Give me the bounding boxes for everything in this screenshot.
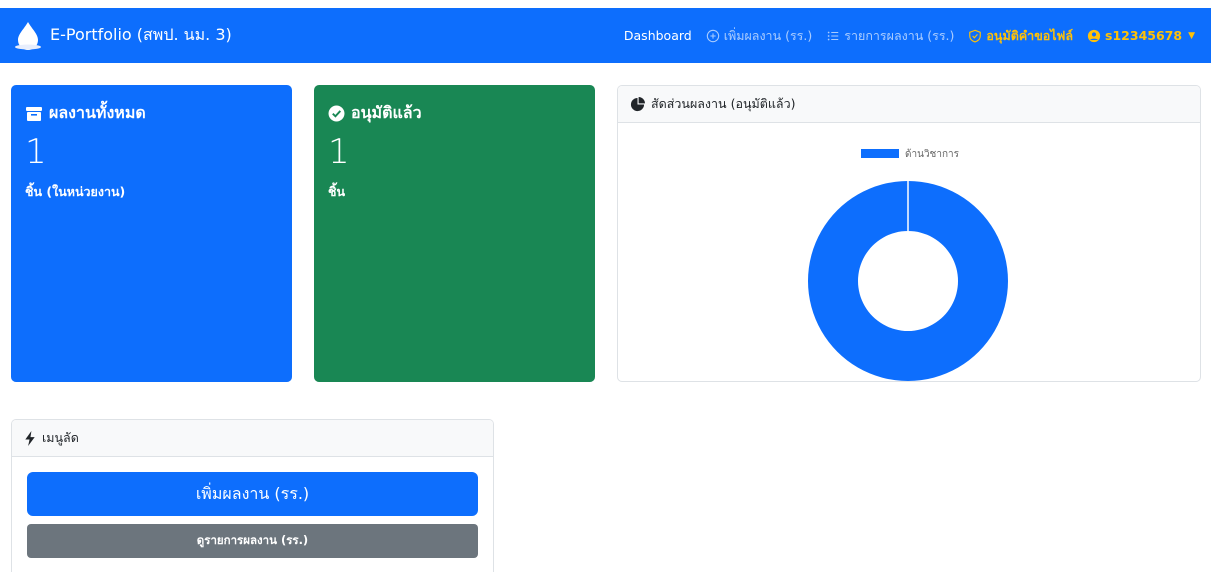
approved-works-card: อนุมัติแล้ว 1 ชิ้น	[314, 85, 595, 382]
user-menu-dropdown[interactable]: s12345678 ▼	[1087, 28, 1195, 43]
list-icon	[828, 31, 839, 40]
user-circle-icon	[1087, 29, 1101, 42]
caret-down-icon: ▼	[1188, 30, 1195, 41]
nav-dashboard-label: Dashboard	[623, 28, 692, 43]
add-work-button[interactable]: เพิ่มผลงาน (รร.)	[27, 472, 478, 516]
chart-card: สัดส่วนผลงาน (อนุมัติแล้ว) ด้านวิชาการ	[617, 85, 1201, 382]
box-icon	[26, 106, 42, 121]
nav-add-work-label: เพิ่มผลงาน (รร.)	[723, 27, 813, 43]
approved-works-title: อนุมัติแล้ว	[351, 103, 422, 122]
nav-dashboard[interactable]: Dashboard	[624, 28, 692, 43]
top-navbar: E-Portfolio (สพป. นม. 3) Dashboard เพิ่ม…	[0, 8, 1211, 63]
brand-title: E-Portfolio (สพป. นม. 3)	[50, 24, 232, 44]
total-works-value: 1	[25, 132, 47, 172]
nav-work-list[interactable]: รายการผลงาน (รร.)	[826, 26, 954, 46]
lightning-icon	[25, 430, 35, 446]
legend-swatch[interactable]	[861, 149, 899, 158]
nav-approve-files[interactable]: อนุมัติคำขอไฟล์	[968, 26, 1073, 46]
quick-menu-title: เมนูลัด	[42, 430, 79, 445]
legend-label[interactable]: ด้านวิชาการ	[905, 148, 960, 160]
username-label: s12345678	[1105, 28, 1183, 43]
shield-check-icon	[969, 29, 982, 43]
nav-approve-files-label: อนุมัติคำขอไฟล์	[986, 27, 1074, 43]
approved-works-unit: ชิ้น	[328, 184, 346, 199]
total-works-title: ผลงานทั้งหมด	[49, 103, 146, 122]
total-works-card: ผลงานทั้งหมด 1 ชิ้น (ในหน่วยงาน)	[11, 85, 292, 382]
quick-menu-card: เมนูลัด เพิ่มผลงาน (รร.) ดูรายการผลงาน (…	[11, 419, 494, 572]
logo-icon	[15, 22, 41, 50]
total-works-unit: ชิ้น (ในหน่วยงาน)	[25, 184, 126, 199]
chart-card-header: สัดส่วนผลงาน (อนุมัติแล้ว)	[618, 86, 1200, 123]
nav-add-work[interactable]: เพิ่มผลงาน (รร.)	[706, 26, 813, 46]
pie-chart-icon	[630, 96, 645, 111]
donut-chart: ด้านวิชาการ	[807, 148, 1008, 381]
brand-link[interactable]: E-Portfolio (สพป. นม. 3)	[12, 18, 232, 52]
approved-works-value: 1	[328, 132, 350, 172]
chart-card-title: สัดส่วนผลงาน (อนุมัติแล้ว)	[651, 96, 796, 111]
nav-work-list-label: รายการผลงาน (รร.)	[844, 27, 955, 43]
view-work-list-button[interactable]: ดูรายการผลงาน (รร.)	[27, 524, 478, 558]
plus-circle-icon	[706, 29, 719, 42]
quick-menu-header: เมนูลัด	[12, 420, 493, 457]
check-circle-icon	[328, 105, 345, 122]
